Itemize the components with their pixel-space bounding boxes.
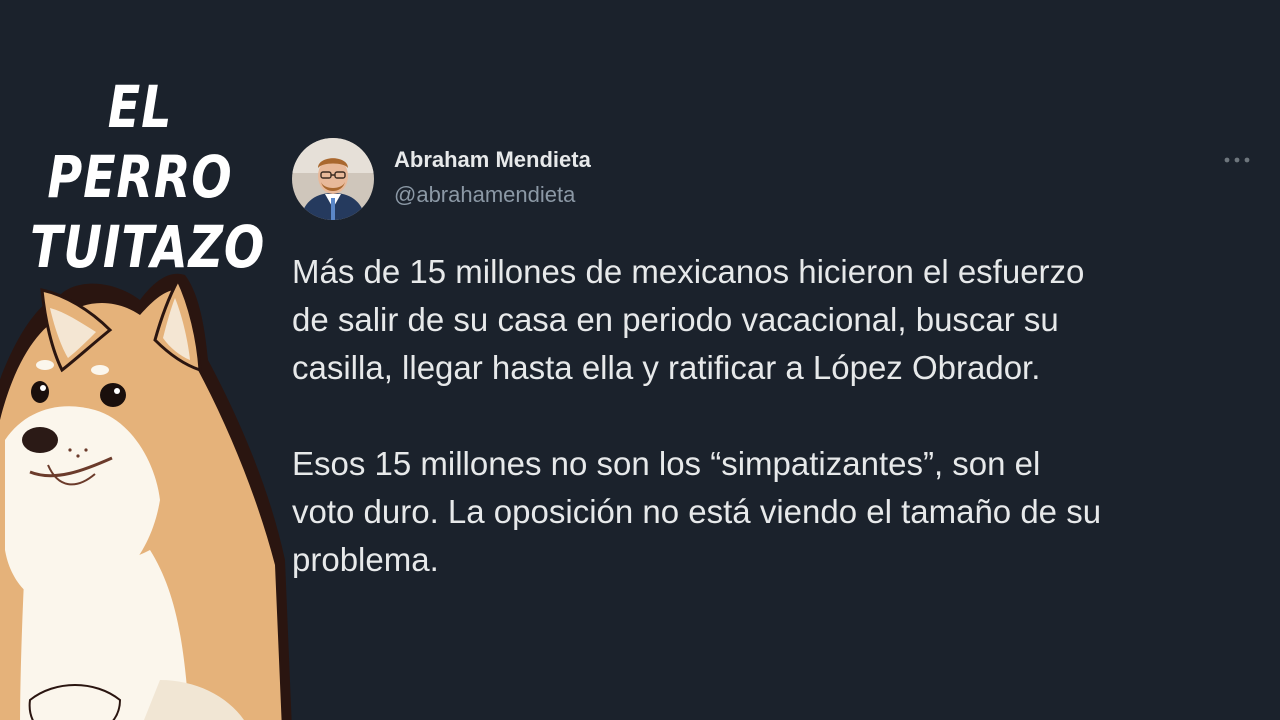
author-name[interactable]: Abraham Mendieta <box>394 146 591 174</box>
brand-title: EL PERRO TUITAZO <box>30 72 264 282</box>
avatar-image <box>292 138 374 220</box>
brand-title-line-1: EL PERRO <box>47 73 233 211</box>
tweet-paragraph-1: Más de 15 millones de mexicanos hicieron… <box>292 253 1085 386</box>
shiba-dog-illustration <box>0 273 292 720</box>
tweet-card: Abraham Mendieta @abrahamendieta Más de … <box>292 138 1260 598</box>
tweet-paragraph-2: Esos 15 millones no son los “simpatizant… <box>292 445 1102 578</box>
avatar[interactable] <box>292 138 374 220</box>
author-handle[interactable]: @abrahamendieta <box>394 181 575 209</box>
more-horizontal-icon[interactable] <box>1222 150 1252 170</box>
tweet-text: Más de 15 millones de mexicanos hicieron… <box>292 248 1258 584</box>
